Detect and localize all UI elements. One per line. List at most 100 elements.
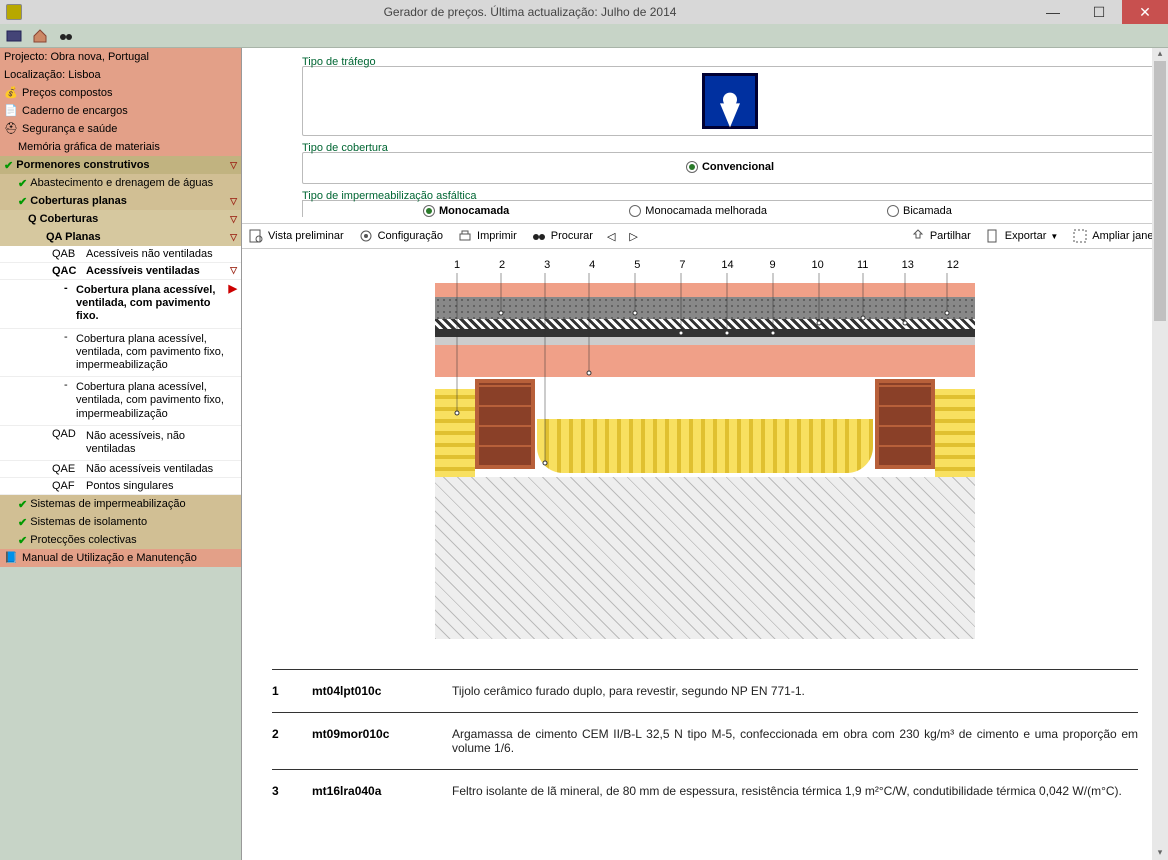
chevron-down-icon: ▽ xyxy=(230,160,237,171)
print-button[interactable]: Imprimir xyxy=(457,228,517,244)
scrollbar-thumb[interactable] xyxy=(1154,61,1166,321)
legend-num: 2 xyxy=(272,727,312,741)
check-icon: ✔ xyxy=(18,516,27,529)
tree-qac-item-0[interactable]: -Cobertura plana acessível, ventilada, c… xyxy=(0,280,241,329)
tree-qad[interactable]: QADNão acessíveis, não ventiladas xyxy=(0,426,241,461)
toolbar-label: Exportar xyxy=(1005,230,1047,242)
config-button[interactable]: Configuração xyxy=(358,228,443,244)
search-button[interactable]: Procurar xyxy=(531,228,593,244)
sidebar-sub-abastecimento[interactable]: ✔ Abastecimento e drenagem de águas xyxy=(0,174,241,192)
impermeab-group: Tipo de impermeabilização asfáltica Mono… xyxy=(302,188,1158,217)
sidebar-label: Abastecimento e drenagem de águas xyxy=(30,177,213,189)
diagram-num: 14 xyxy=(715,259,739,271)
tree-qac-item-1[interactable]: -Cobertura plana acessível, ventilada, c… xyxy=(0,329,241,378)
sidebar-manual[interactable]: 📘 Manual de Utilização e Manutenção xyxy=(0,549,241,567)
app-toolbar xyxy=(0,24,1168,48)
bullet: - xyxy=(64,282,76,326)
legend-row-1: 1 mt04lpt010c Tijolo cerâmico furado dup… xyxy=(272,669,1138,712)
doc-icon: 📄 xyxy=(4,104,18,118)
tree-qac-item-2[interactable]: -Cobertura plana acessível, ventilada, c… xyxy=(0,377,241,426)
tree-qac[interactable]: QACAcessíveis ventiladas ▽ xyxy=(0,263,241,280)
pedestrian-icon[interactable] xyxy=(702,73,758,129)
radio-convencional[interactable]: Convencional xyxy=(686,161,774,173)
radio-icon xyxy=(423,205,435,217)
minimize-button[interactable]: — xyxy=(1030,0,1076,24)
terminal-icon[interactable] xyxy=(4,27,24,45)
diagram-num: 9 xyxy=(761,259,785,271)
tree-qae[interactable]: QAENão acessíveis ventiladas xyxy=(0,461,241,478)
diagram-num: 12 xyxy=(941,259,965,271)
window-buttons: — ☐ ✕ xyxy=(1030,0,1168,24)
sidebar-proteccoes[interactable]: ✔ Protecções colectivas xyxy=(0,531,241,549)
toolbar-label: Imprimir xyxy=(477,230,517,242)
home-icon[interactable] xyxy=(30,27,50,45)
brick-pillar-right xyxy=(875,379,935,469)
tree-label: Acessíveis ventiladas xyxy=(86,265,200,277)
bullet: - xyxy=(64,331,76,375)
diagram-num: 7 xyxy=(670,259,694,271)
preview-button[interactable]: Vista preliminar xyxy=(248,228,344,244)
tree-q[interactable]: Q Coberturas ▽ xyxy=(0,210,241,228)
radio-monocamada[interactable]: Monocamada xyxy=(423,205,509,217)
toolbar-label: Configuração xyxy=(378,230,443,242)
sidebar-item-memoria[interactable]: Memória gráfica de materiais xyxy=(0,138,241,156)
config-panel: Tipo de tráfego Tipo de cobertura Conven… xyxy=(242,48,1168,224)
sidebar-sub-coberturas[interactable]: ✔ Coberturas planas▽ xyxy=(0,192,241,210)
sidebar-item-seguranca[interactable]: ⛑Segurança e saúde xyxy=(0,120,241,138)
sidebar-item-precos[interactable]: 💰 Preços compostos xyxy=(0,84,241,102)
maximize-button[interactable]: ☐ xyxy=(1076,0,1122,24)
radio-icon xyxy=(887,205,899,217)
tree-qa[interactable]: QA Planas▽ xyxy=(0,228,241,246)
diagram-num: 13 xyxy=(896,259,920,271)
export-button[interactable]: Exportar▼ xyxy=(985,228,1059,244)
sidebar-label: Q Coberturas xyxy=(28,213,98,225)
check-icon: ✔ xyxy=(4,159,13,172)
scrollbar-vertical[interactable]: ▴ ▾ xyxy=(1152,48,1168,860)
diagram-num: 11 xyxy=(851,259,875,271)
dropdown-icon: ▼ xyxy=(1050,232,1058,241)
sidebar-section-pormenores[interactable]: ✔ Pormenores construtivos▽ xyxy=(0,156,241,174)
content-area: ? ▴▾ Tipo de tráfego Tipo de cobertura C… xyxy=(242,48,1168,860)
next-button[interactable]: ▷ xyxy=(629,230,637,243)
legend-num: 3 xyxy=(272,784,312,798)
sidebar-label: Manual de Utilização e Manutenção xyxy=(22,552,197,564)
toolbar-label: Partilhar xyxy=(930,230,971,242)
tree-qab[interactable]: QABAcessíveis não ventiladas xyxy=(0,246,241,263)
project-row[interactable]: Projecto: Obra nova, Portugal xyxy=(0,48,241,66)
tree-qaf[interactable]: QAFPontos singulares xyxy=(0,478,241,495)
tree-label: Pontos singulares xyxy=(86,480,173,492)
coins-icon: 💰 xyxy=(4,86,18,100)
tree-code: QAB xyxy=(52,248,86,260)
sidebar-label: Preços compostos xyxy=(22,87,112,99)
check-icon: ✔ xyxy=(18,534,27,547)
sidebar-item-caderno[interactable]: 📄Caderno de encargos xyxy=(0,102,241,120)
tree-code: QAE xyxy=(52,463,86,475)
tree-label: Acessíveis não ventiladas xyxy=(86,248,213,260)
radio-icon xyxy=(629,205,641,217)
sidebar-label: Sistemas de isolamento xyxy=(30,516,147,528)
chevron-down-icon: ▽ xyxy=(230,232,237,243)
expand-button[interactable]: Ampliar janela xyxy=(1072,228,1162,244)
radio-bicamada[interactable]: Bicamada xyxy=(887,205,952,217)
book-icon: 📘 xyxy=(4,551,18,565)
bullet: - xyxy=(64,379,76,423)
location-row[interactable]: Localização: Lisboa xyxy=(0,66,241,84)
cobertura-label: Tipo de cobertura xyxy=(302,142,388,154)
impermeab-label: Tipo de impermeabilização asfáltica xyxy=(302,190,476,202)
share-button[interactable]: Partilhar xyxy=(910,228,971,244)
chevron-down-icon: ▽ xyxy=(230,214,237,225)
sidebar-impermeab[interactable]: ✔ Sistemas de impermeabilização xyxy=(0,495,241,513)
diagram-num: 5 xyxy=(625,259,649,271)
legend-code: mt16lra040a xyxy=(312,784,452,798)
construction-diagram: 1 2 3 4 5 7 14 9 10 11 13 12 xyxy=(435,259,975,639)
binoculars-icon[interactable] xyxy=(56,27,76,45)
scroll-down-icon[interactable]: ▾ xyxy=(1152,847,1168,858)
sidebar-isolamento[interactable]: ✔ Sistemas de isolamento xyxy=(0,513,241,531)
viewer[interactable]: 1 2 3 4 5 7 14 9 10 11 13 12 xyxy=(242,249,1168,860)
scroll-up-icon[interactable]: ▴ xyxy=(1152,48,1168,59)
radio-monocamada-melhorada[interactable]: Monocamada melhorada xyxy=(629,205,767,217)
prev-button[interactable]: ◁ xyxy=(607,230,615,243)
chevron-down-icon: ▽ xyxy=(230,196,237,207)
close-button[interactable]: ✕ xyxy=(1122,0,1168,24)
sidebar-label: Protecções colectivas xyxy=(30,534,136,546)
